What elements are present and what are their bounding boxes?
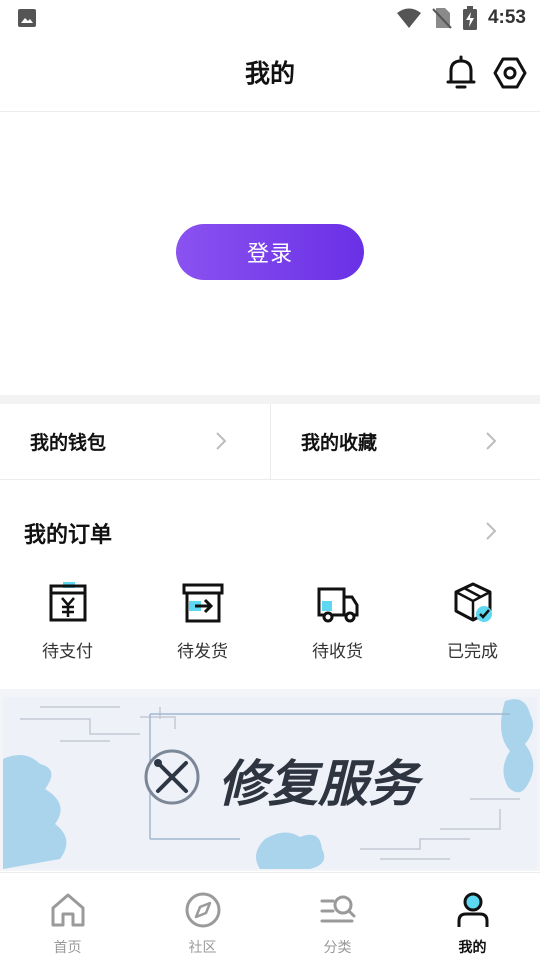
my-orders-section: 我的订单 待支付 待发货 待收货 已完成: [0, 481, 540, 689]
order-to-ship[interactable]: 待发货: [135, 577, 270, 667]
truck-icon: [317, 587, 359, 623]
favorites-label: 我的收藏: [301, 432, 378, 454]
status-bar: 4:53: [0, 0, 540, 36]
to-ship-icon: [182, 583, 224, 623]
page-header: 我的: [0, 36, 540, 112]
nav-mine-label: 我的: [458, 940, 487, 956]
compass-icon: [185, 892, 221, 928]
login-button[interactable]: 登录: [176, 224, 364, 280]
repair-banner-art: 修复服务: [3, 697, 537, 869]
banner-title: 修复服务: [218, 755, 424, 813]
order-to-receive-label: 待收货: [312, 642, 363, 662]
order-completed[interactable]: 已完成: [405, 577, 540, 667]
chevron-right-icon: [486, 432, 497, 450]
completed-box-icon: [454, 582, 492, 622]
profile-icon: [457, 892, 489, 927]
bottom-navigation: 首页 社区 分类 我的: [0, 872, 540, 960]
wallet-label: 我的钱包: [30, 432, 107, 454]
quick-links-row: 我的钱包 我的收藏: [0, 404, 540, 480]
order-completed-label: 已完成: [447, 642, 498, 662]
nav-home-label: 首页: [53, 940, 82, 956]
order-pending-payment-label: 待支付: [42, 642, 93, 662]
order-pending-payment[interactable]: 待支付: [0, 577, 135, 667]
settings-icon[interactable]: [493, 55, 527, 91]
chevron-right-icon: [216, 432, 227, 450]
login-area: 登录: [0, 113, 540, 395]
category-search-icon: [320, 895, 356, 923]
chevron-right-icon[interactable]: [484, 520, 498, 542]
order-to-ship-label: 待发货: [177, 642, 228, 662]
nav-category[interactable]: 分类: [270, 873, 405, 960]
orders-title[interactable]: 我的订单: [24, 517, 112, 549]
order-status-list: 待支付 待发货 待收货 已完成: [0, 577, 540, 667]
nav-category-label: 分类: [323, 940, 352, 956]
order-to-receive[interactable]: 待收货: [270, 577, 405, 667]
nav-mine[interactable]: 我的: [405, 873, 540, 960]
bell-icon[interactable]: [444, 55, 478, 91]
section-divider: [0, 395, 540, 404]
battery-charging-icon: [462, 6, 477, 30]
home-icon: [51, 893, 85, 927]
status-time: 4:53: [487, 7, 526, 28]
nav-home[interactable]: 首页: [0, 873, 135, 960]
nav-community-label: 社区: [188, 940, 217, 956]
gallery-notification-icon: [18, 9, 36, 27]
wallet-link[interactable]: 我的钱包: [0, 404, 270, 480]
favorites-link[interactable]: 我的收藏: [270, 404, 540, 480]
pending-payment-icon: [49, 582, 87, 622]
wifi-icon: [396, 8, 421, 28]
repair-service-banner[interactable]: 修复服务: [0, 689, 540, 871]
nav-community[interactable]: 社区: [135, 873, 270, 960]
no-sim-icon: [432, 8, 452, 29]
